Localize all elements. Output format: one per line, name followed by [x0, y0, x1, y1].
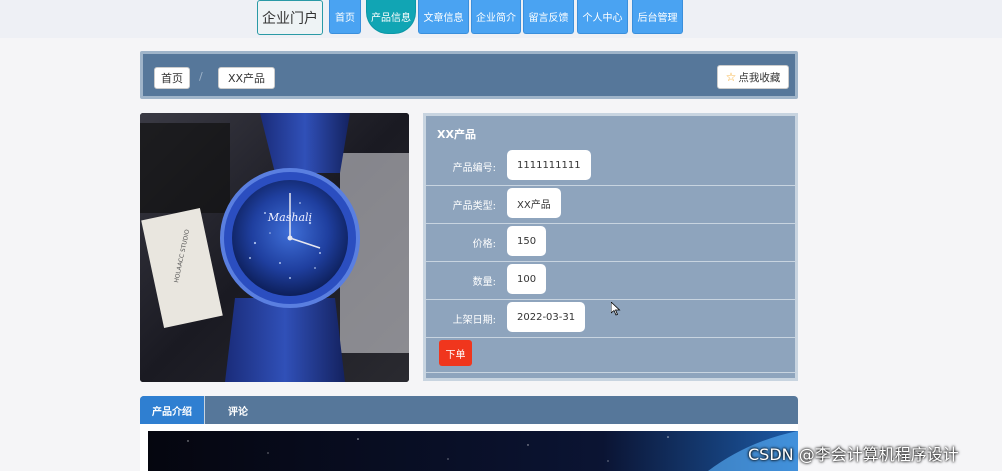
intro-image	[148, 431, 798, 471]
field-value: 1111111111	[507, 150, 591, 180]
tab-content	[140, 424, 798, 471]
tab-comments[interactable]: 评论	[212, 396, 264, 424]
nav-item-feedback[interactable]: 留言反馈	[523, 0, 574, 34]
field-label: 产品类型:	[452, 201, 496, 212]
favorite-label: 点我收藏	[738, 71, 781, 84]
breadcrumb-separator: /	[199, 70, 203, 83]
field-label: 价格:	[472, 239, 496, 250]
nav-item-company[interactable]: 企业简介	[471, 0, 521, 34]
starry-sky-image	[148, 431, 798, 471]
product-info-panel: XX产品 产品编号: 1111111111 产品类型: XX产品 价格: 150…	[423, 113, 798, 381]
nav-item-profile[interactable]: 个人中心	[577, 0, 628, 34]
nav-item-admin[interactable]: 后台管理	[632, 0, 683, 34]
field-label: 上架日期:	[452, 315, 496, 326]
nav-item-products[interactable]: 产品信息	[366, 0, 416, 34]
field-value: 2022-03-31	[507, 302, 586, 332]
site-logo[interactable]: 企业门户	[257, 0, 323, 35]
watch-brand-text: Mashali	[267, 211, 312, 224]
field-label: 数量:	[472, 277, 496, 288]
nav-item-home[interactable]: 首页	[329, 0, 361, 34]
breadcrumb-current[interactable]: XX产品	[218, 67, 275, 89]
top-nav-bar: 企业门户 首页 产品信息 文章信息 企业简介 留言反馈 个人中心 后台管理	[0, 0, 1002, 38]
field-price: 价格: 150	[426, 223, 795, 262]
panel-divider	[426, 372, 795, 373]
breadcrumb: 首页 / XX产品 ☆ 点我收藏	[140, 51, 798, 99]
product-title: XX产品	[437, 128, 476, 141]
field-label: 产品编号:	[452, 163, 496, 174]
field-value: XX产品	[507, 188, 561, 218]
tab-product-intro[interactable]: 产品介绍	[140, 396, 205, 424]
csdn-watermark: CSDN @李会计算机程序设计	[748, 445, 959, 464]
breadcrumb-home[interactable]: 首页	[154, 67, 190, 89]
field-value: 100	[507, 264, 547, 294]
product-tabs: 产品介绍 评论	[140, 396, 798, 471]
watch-photo: Mashali HOLAACC STUDIO	[140, 113, 409, 382]
favorite-button[interactable]: ☆ 点我收藏	[717, 65, 789, 89]
nav-item-articles[interactable]: 文章信息	[418, 0, 469, 34]
mouse-cursor-icon	[611, 302, 621, 316]
order-button[interactable]: 下单	[439, 340, 472, 366]
field-product-type: 产品类型: XX产品	[426, 185, 795, 224]
star-icon: ☆	[725, 70, 737, 84]
product-image: Mashali HOLAACC STUDIO	[140, 113, 409, 382]
field-product-id: 产品编号: 1111111111	[426, 147, 795, 186]
field-quantity: 数量: 100	[426, 261, 795, 300]
field-value: 150	[507, 226, 547, 256]
